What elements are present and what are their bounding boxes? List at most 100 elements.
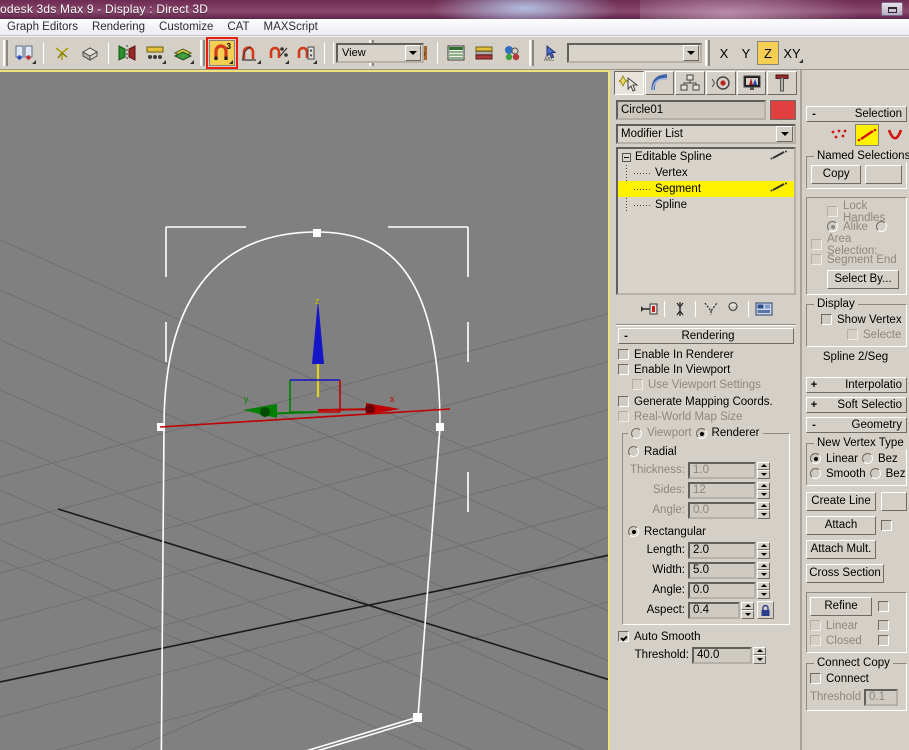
linear-vertex-row[interactable]: Linear [810,451,858,466]
percent-snap-toggle-button[interactable] [265,40,291,66]
hierarchy-tab[interactable] [675,71,706,95]
attach-mult-button[interactable]: Attach Mult. [806,540,876,559]
connect-checkbox[interactable] [810,673,821,684]
spline-subobject-button[interactable] [883,124,907,146]
modifier-list-arrow[interactable] [776,126,793,142]
connect-threshold-input[interactable]: 0.1 [864,688,898,706]
smooth-vertex-radio[interactable] [810,468,821,479]
utilities-tab[interactable] [767,71,798,95]
spinner-snap-toggle-button[interactable] [293,40,319,66]
stack-item-spline[interactable]: Spline [618,197,794,213]
attach-button[interactable]: Attach [806,516,876,535]
pin-stack-icon[interactable] [638,299,660,319]
configure-modifier-sets-icon[interactable] [753,299,775,319]
menu-cat[interactable]: CAT [220,19,256,36]
schematic-view-icon[interactable] [471,40,497,66]
toolbar-grip[interactable] [3,40,8,66]
reference-coordinate-system-arrow[interactable] [405,45,421,61]
cross-section-button[interactable]: Cross Section [806,564,884,583]
connect-row[interactable]: Connect [810,671,903,686]
copy-button[interactable]: Copy [811,165,862,184]
enable-in-renderer-checkbox[interactable] [618,349,629,360]
show-vertex-row[interactable]: Show Vertex [811,312,902,327]
soft-selection-rollout-header[interactable]: + Soft Selectio [806,397,907,413]
width-input[interactable]: 5.0 [688,561,756,579]
enable-in-viewport-row[interactable]: Enable In Viewport [618,362,794,377]
align-icon[interactable] [142,40,168,66]
thickness-input[interactable]: 1.0 [688,461,756,479]
smooth-vertex-row[interactable]: Smooth [810,466,866,481]
menu-customize[interactable]: Customize [152,19,220,36]
interpolation-rollout-header[interactable]: + Interpolatio [806,377,907,393]
bezier-corner-vertex-row[interactable]: Bez [869,466,905,481]
rectangular-radio-row[interactable]: Rectangular [628,524,784,539]
geometry-rollout-header[interactable]: - Geometry [806,417,907,433]
bezier-vertex-row[interactable]: Bez [861,451,898,466]
curve-editor-icon[interactable] [443,40,469,66]
radial-angle-spinner[interactable] [757,501,770,519]
modify-tab[interactable] [644,71,675,95]
aspect-spinner[interactable] [741,601,754,619]
undo-redo-icon[interactable] [12,40,38,66]
named-selection-sets-arrow[interactable] [683,45,699,61]
rect-angle-spinner[interactable] [757,581,770,599]
length-spinner[interactable] [757,541,770,559]
snaps-toggle-button[interactable]: 3 [206,37,238,69]
axis-constraint-y[interactable]: Y [735,41,757,65]
width-spinner[interactable] [757,561,770,579]
rectangular-radio[interactable] [628,526,639,537]
named-selection-sets-combo[interactable] [567,43,702,63]
threshold-spinner[interactable] [753,646,766,664]
vertex-subobject-button[interactable] [827,124,851,146]
angle-snap-toggle-button[interactable] [237,40,263,66]
modifier-stack[interactable]: Editable Spline Vertex Segment Spline [616,147,796,295]
stack-expand-icon[interactable] [622,152,631,162]
toolbar-grip-snaps[interactable] [200,40,205,66]
display-tab[interactable] [736,71,767,95]
sides-spinner[interactable] [757,481,770,499]
remove-modifier-icon[interactable] [722,299,744,319]
menu-rendering[interactable]: Rendering [85,19,152,36]
interpolation-rollout-toggle[interactable]: + [807,379,821,391]
paste-button[interactable] [865,165,902,184]
create-line-button[interactable]: Create Line [806,492,876,511]
menu-graph-editors[interactable]: Graph Editors [0,19,85,36]
sides-input[interactable]: 12 [688,481,756,499]
generate-mapping-coords-row[interactable]: Generate Mapping Coords. [618,394,794,409]
selection-rollout-header[interactable]: - Selection [806,106,907,122]
attach-reorient-checkbox[interactable] [881,520,892,531]
select-by-name-icon[interactable]: ABC [538,40,564,66]
soft-selection-rollout-toggle[interactable]: + [807,399,821,411]
motion-tab[interactable] [706,71,736,95]
stack-item-segment[interactable]: Segment [618,181,794,197]
object-color-swatch[interactable] [770,100,796,120]
refine-button[interactable]: Refine [810,597,872,616]
layer-manager-icon[interactable] [170,40,196,66]
linear-vertex-radio[interactable] [810,453,821,464]
refine-bind-first-checkbox[interactable] [878,620,889,631]
generate-mapping-coords-checkbox[interactable] [618,396,629,407]
bezier-corner-vertex-radio[interactable] [869,468,881,479]
segment-subobject-button[interactable] [855,124,879,146]
select-and-link-icon[interactable] [49,40,75,66]
modifier-list-dropdown[interactable]: Modifier List [616,124,796,144]
axis-constraint-xy[interactable]: XY [779,41,805,65]
radial-radio-row[interactable]: Radial [628,444,784,459]
axis-constraint-z[interactable]: Z [757,41,779,65]
window-restore-button[interactable] [881,2,903,16]
rect-angle-input[interactable]: 0.0 [688,581,756,599]
reference-coordinate-system-combo[interactable]: View [336,43,424,63]
refine-bind-last-checkbox[interactable] [878,635,889,646]
menu-maxscript[interactable]: MAXScript [257,19,325,36]
select-by-button[interactable]: Select By... [827,270,899,289]
mirror-icon[interactable] [114,40,140,66]
render-setup-icon[interactable] [499,40,525,66]
thickness-spinner[interactable] [757,461,770,479]
renderer-radio-row[interactable]: Renderer [695,427,760,439]
toolbar-grip-select[interactable] [529,40,534,66]
radial-angle-input[interactable]: 0.0 [688,501,756,519]
renderer-radio[interactable] [695,427,707,439]
make-unique-icon[interactable] [700,299,722,319]
threshold-input[interactable]: 40.0 [692,646,752,664]
toolbar-grip-axis[interactable] [705,40,710,66]
